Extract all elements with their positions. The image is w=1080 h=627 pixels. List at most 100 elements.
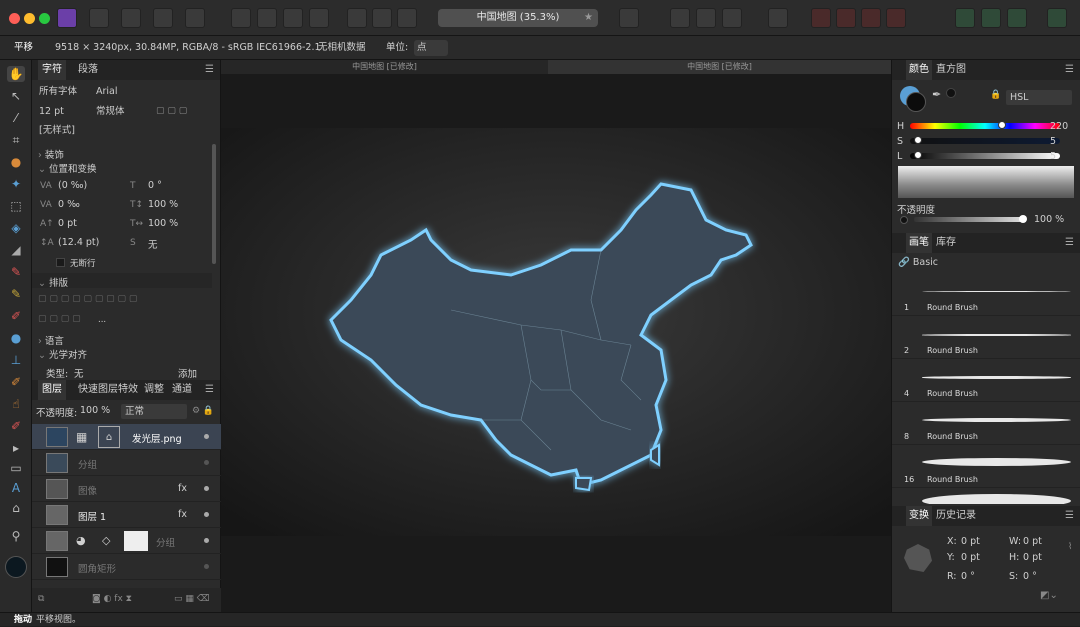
auto-white-balance-icon[interactable] [309,8,329,28]
layer-settings-icon[interactable]: ⚙ 🔒 [192,406,214,416]
layer-folder-delete-icon[interactable]: ▭ ▦ ⌫ [174,594,209,604]
shear-field[interactable]: 无 [148,237,158,251]
picked-color-swatch[interactable] [946,88,956,98]
pen-tool-icon[interactable]: ▸ [7,440,25,456]
s-value[interactable]: 5 [1050,136,1056,147]
zoom-tool-icon[interactable]: ⚲ [7,528,25,544]
brush-item-partial[interactable] [892,488,1080,504]
tab-stock[interactable]: 库存 [936,233,956,253]
tab-history[interactable]: 历史记录 [936,506,976,526]
boolean-xor-icon[interactable] [886,8,906,28]
tab-adjustments[interactable]: 调整 [144,380,164,400]
auto-contrast-icon[interactable] [257,8,277,28]
snapping-icon[interactable] [670,8,690,28]
panel-menu-icon[interactable]: ☰ [205,60,214,80]
units-dropdown[interactable]: 点 [414,40,448,56]
brush-item[interactable]: 8 Round Brush [892,402,1080,445]
liquify-persona-icon[interactable] [89,8,109,28]
tone-mapping-persona-icon[interactable] [153,8,173,28]
fx-icon[interactable]: fx [178,509,187,520]
more-typography-button[interactable]: ... [98,315,106,325]
opacity-slider-knob[interactable] [1019,215,1027,223]
document-tab[interactable]: 中国地图 [已修改] [221,60,548,74]
crop-tool-icon[interactable]: ⌗ [7,132,25,148]
no-break-checkbox[interactable] [56,258,65,267]
boolean-intersect-icon[interactable] [861,8,881,28]
fill-color-swatch[interactable] [906,92,926,112]
s-field-transform[interactable]: 0 ° [1023,571,1037,582]
layer-row[interactable]: ◕ ◇ 分组 [32,528,221,554]
opacity-slider[interactable] [914,217,1022,222]
layer-name[interactable]: 图层 1 [78,509,106,523]
clone-tool-icon[interactable]: ⊥ [7,352,25,368]
layer-row[interactable]: 圆角矩形 [32,554,221,580]
document-title[interactable]: 中国地图 (35.3%) ★ [438,9,598,27]
export-persona-icon[interactable] [185,8,205,28]
layer-opacity-field[interactable]: 100 % [80,405,110,416]
studio-panel-1-icon[interactable] [955,8,975,28]
favorite-star-icon[interactable]: ★ [584,9,593,27]
transform-menu-icon[interactable]: ☰ [1065,506,1074,526]
boolean-subtract-icon[interactable] [836,8,856,28]
layer-row[interactable]: 分组 [32,450,221,476]
tab-quick-fx[interactable]: 快速图层特效 [78,380,138,400]
decorations-section[interactable]: › 装饰 [38,147,64,161]
zoom-window-button[interactable] [39,13,50,24]
gradient-tool-icon[interactable]: ◢ [7,242,25,258]
layer-row[interactable]: ▦ ⌂ 发光层.png [32,424,221,450]
hand-tool-icon[interactable]: ✋ [7,66,25,82]
auto-colors-icon[interactable] [283,8,303,28]
lock-icon[interactable]: 🔒 [990,90,1001,100]
blend-mode-select[interactable]: 正常 [121,404,187,419]
marquee-tool-icon[interactable]: ⬚ [7,198,25,214]
type-select[interactable]: 无 [74,366,84,380]
vertical-scale-field[interactable]: 100 % [148,199,178,210]
layer-visibility-icon[interactable] [204,564,209,569]
w-field[interactable]: 0 pt [1023,536,1042,547]
selection-brush-tool-icon[interactable]: ● [7,154,25,170]
typography-section[interactable]: ⌄ 排版 [32,273,212,289]
map-canvas[interactable] [221,60,891,612]
x-field[interactable]: 0 pt [961,536,980,547]
layer-visibility-icon[interactable] [204,512,209,517]
studio-panel-3-icon[interactable] [1007,8,1027,28]
l-slider-knob[interactable] [913,151,922,159]
layer-name[interactable]: 分组 [78,457,97,471]
selection-mode-icon[interactable] [347,8,367,28]
tab-transform[interactable]: 变换 [906,506,932,526]
tab-histogram[interactable]: 直方图 [936,60,966,80]
red-eye-tool-icon[interactable]: ✐ [7,418,25,434]
opacity-value[interactable]: 100 % [1034,214,1064,225]
erase-tool-icon[interactable]: ✐ [7,308,25,324]
baseline-field[interactable]: 0 pt [58,218,77,229]
quick-mask-icon[interactable] [619,8,639,28]
position-transform-section[interactable]: ⌄ 位置和变换 [38,161,97,175]
tab-paragraph[interactable]: 段落 [78,60,98,80]
brushes-menu-icon[interactable]: ☰ [1065,233,1074,253]
y-field[interactable]: 0 pt [961,552,980,563]
layer-visibility-icon[interactable] [204,434,209,439]
text-style-select[interactable]: [无样式] [35,123,215,138]
layer-options-icon[interactable]: ⧉ [38,594,44,604]
h-size-field[interactable]: 0 pt [1023,552,1042,563]
character-panel-scrollbar[interactable] [212,144,216,264]
text-tool-icon[interactable]: A [7,480,25,496]
pixel-tool-icon[interactable]: ✎ [7,286,25,302]
font-collection-select[interactable]: 所有字体 [35,84,89,99]
link-dimensions-icon[interactable]: ⌇ [1068,542,1072,552]
font-traits-icon[interactable]: ▢ ▢ ▢ [156,106,187,116]
account-icon[interactable] [1047,8,1067,28]
language-section[interactable]: › 语言 [38,333,64,347]
tracking-field[interactable]: 0 ‰ [58,199,80,210]
layer-name[interactable]: 圆角矩形 [78,561,116,575]
selection-subtract-icon[interactable] [397,8,417,28]
brush-item[interactable]: 16 Round Brush [892,445,1080,488]
h-value[interactable]: 220 [1050,121,1068,132]
anchor-point-icon[interactable] [904,544,932,572]
studio-panel-2-icon[interactable] [981,8,1001,28]
brush-item[interactable]: 1 Round Brush [892,273,1080,316]
color-menu-icon[interactable]: ☰ [1065,60,1074,80]
layer-visibility-icon[interactable] [204,538,209,543]
flood-fill-tool-icon[interactable]: ◈ [7,220,25,236]
selection-add-icon[interactable] [372,8,392,28]
